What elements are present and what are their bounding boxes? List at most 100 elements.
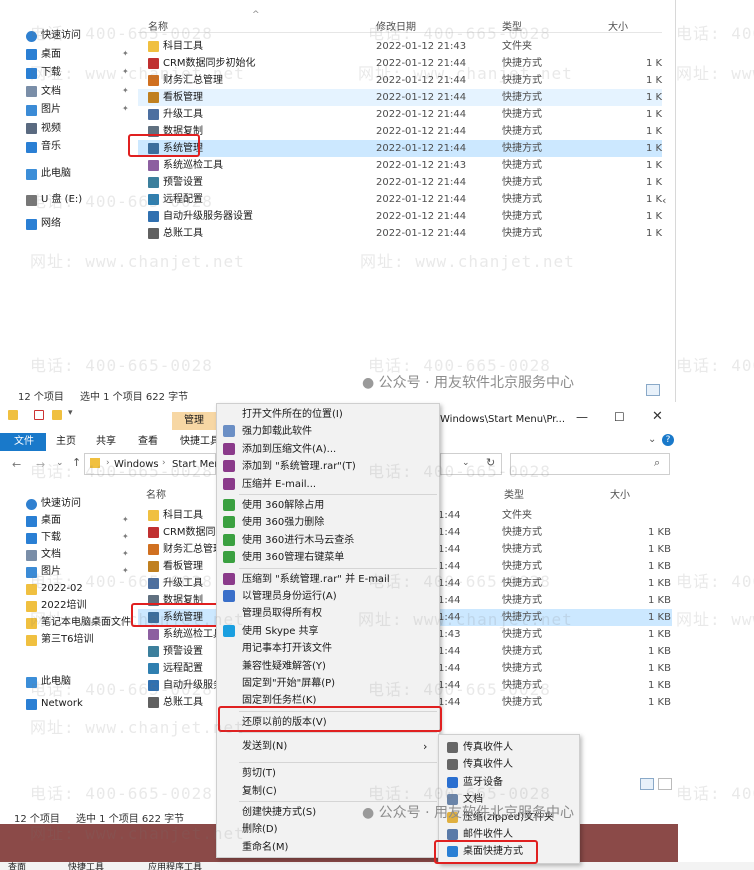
table-row[interactable]: 总账工具 2022-01-12 21:44 快捷方式 1 K [138, 225, 662, 242]
context-menu-label: 使用 360进行木马云查杀 [242, 534, 355, 546]
context-menu-item[interactable]: 兼容性疑难解答(Y) [217, 658, 439, 675]
ribbon-expand-icon[interactable]: ⌄ [648, 434, 656, 445]
nav-item[interactable]: 文档 [26, 547, 61, 563]
column-header-name-bottom[interactable]: 名称 [146, 486, 166, 501]
maximize-icon[interactable]: ☐ [614, 410, 625, 424]
details-view-icon[interactable] [646, 384, 660, 396]
help-icon[interactable]: ? [662, 434, 674, 446]
tab-share[interactable]: 共享 [90, 433, 122, 451]
breadcrumb-windows[interactable]: Windows [114, 459, 159, 470]
back-icon[interactable]: ← [12, 458, 21, 471]
context-menu-item[interactable]: 添加到 "系统管理.rar"(T) [217, 458, 439, 475]
qat-dropdown-icon[interactable]: ▾ [68, 408, 73, 418]
nav-item[interactable]: 视频 [26, 121, 61, 137]
context-menu-item[interactable]: 使用 360强力删除 [217, 514, 439, 531]
nav-item[interactable]: 文档 [26, 84, 61, 100]
nav-item[interactable]: 此电脑 [26, 674, 71, 690]
table-row[interactable]: 预警设置 2022-01-12 21:44 快捷方式 1 K [138, 174, 662, 191]
table-row[interactable]: 数据复制 2022-01-12 21:44 快捷方式 1 K [138, 123, 662, 140]
close-icon[interactable]: ✕ [652, 409, 663, 424]
nav-item[interactable]: 第三T6培训 [26, 632, 93, 648]
column-header-type[interactable]: 类型 [502, 18, 522, 33]
tab-view[interactable]: 查看 [132, 433, 164, 451]
column-header-name[interactable]: 名称 [148, 18, 168, 33]
table-row[interactable]: 财务汇总管理 2022-01-12 21:44 快捷方式 1 K [138, 72, 662, 89]
context-menu-item[interactable]: 添加到压缩文件(A)... [217, 441, 439, 458]
forward-icon[interactable]: → [36, 458, 45, 471]
nav-item[interactable]: 笔记本电脑桌面文件 [26, 615, 131, 631]
search-icon[interactable]: ⌕ [654, 456, 660, 470]
context-menu-item[interactable]: 强力卸载此软件 [217, 423, 439, 440]
recent-dropdown-icon[interactable]: ⌄ [56, 458, 64, 468]
context-menu-item[interactable]: 以管理员身份运行(A) [217, 588, 439, 605]
column-header-type-bottom[interactable]: 类型 [504, 486, 524, 501]
quick-access-check-icon[interactable] [34, 410, 44, 420]
table-row[interactable]: 升级工具 2022-01-12 21:44 快捷方式 1 K [138, 106, 662, 123]
nav-item[interactable]: 快速访问 [26, 496, 81, 512]
taskbar-item-2[interactable]: 快捷工具 [68, 862, 104, 870]
taskbar-item-1[interactable]: 查面 [8, 862, 26, 870]
submenu-item[interactable]: 传真收件人 [439, 739, 579, 756]
search-input[interactable] [510, 453, 670, 475]
nav-item[interactable]: 下载 [26, 530, 61, 546]
nav-item[interactable]: 图片 [26, 102, 61, 118]
column-header-size-bottom[interactable]: 大小 [610, 486, 630, 501]
nav-item[interactable]: 此电脑 [26, 166, 71, 182]
scroll-left-icon[interactable]: ‹ [662, 194, 666, 207]
large-icons-view-icon[interactable] [658, 778, 672, 790]
context-menu-item[interactable]: 管理员取得所有权 [217, 605, 439, 622]
breadcrumb-start-menu[interactable]: Start Men [172, 459, 216, 470]
details-view-icon-bottom[interactable] [640, 778, 654, 790]
minimize-icon[interactable]: — [576, 410, 588, 424]
table-row[interactable]: CRM数据同步初始化 2022-01-12 21:44 快捷方式 1 K [138, 55, 662, 72]
refresh-icon[interactable]: ↻ [486, 456, 495, 469]
nav-item[interactable]: 音乐 [26, 139, 61, 155]
nav-item[interactable]: 图片 [26, 564, 61, 580]
file-type: 快捷方式 [502, 211, 542, 222]
context-menu-item[interactable]: 使用 360管理右键菜单 [217, 549, 439, 566]
context-menu-item[interactable]: 打开文件所在的位置(I) [217, 406, 439, 423]
column-header-date[interactable]: 修改日期 [376, 18, 416, 33]
up-icon[interactable]: ↑ [72, 456, 81, 469]
table-row[interactable]: 自动升级服务器设置 2022-01-12 21:44 快捷方式 1 K [138, 208, 662, 225]
nav-item[interactable]: 桌面 [26, 513, 61, 529]
table-row[interactable]: 系统管理 2022-01-12 21:44 快捷方式 1 K [138, 140, 662, 157]
context-menu-item[interactable]: 用记事本打开该文件 [217, 640, 439, 657]
context-menu-item[interactable]: 重命名(M) [217, 839, 439, 856]
new-folder-icon[interactable] [52, 410, 62, 420]
submenu-item[interactable]: 蓝牙设备 [439, 774, 579, 791]
nav-item[interactable]: 快速访问 [26, 28, 81, 44]
taskbar-item-3[interactable]: 应用程序工具 [148, 862, 202, 870]
table-row[interactable]: 远程配置 2022-01-12 21:44 快捷方式 1 K [138, 191, 662, 208]
context-menu-item[interactable]: 压缩到 "系统管理.rar" 并 E-mail [217, 571, 439, 588]
tab-manage[interactable]: 管理 [172, 412, 216, 430]
nav-item[interactable]: 2022-02 [26, 581, 83, 597]
column-header-size[interactable]: 大小 [608, 18, 628, 33]
context-menu-item[interactable]: 固定到"开始"屏幕(P) [217, 675, 439, 692]
nav-item[interactable]: 2022培训 [26, 598, 86, 614]
nav-item[interactable]: 桌面 [26, 47, 61, 63]
table-row[interactable]: 科目工具 2022-01-12 21:43 文件夹 [138, 38, 662, 55]
context-menu-item[interactable]: 删除(D) [217, 821, 439, 838]
shortcut-icon [148, 177, 159, 188]
download-icon [26, 67, 37, 79]
nav-item[interactable]: 网络 [26, 216, 61, 232]
address-dropdown-icon[interactable]: ⌄ [462, 458, 470, 468]
context-menu-item[interactable]: 发送到(N) › [217, 735, 439, 759]
pin-icon: ✦ [122, 549, 129, 558]
tab-file[interactable]: 文件 [8, 433, 40, 451]
nav-item[interactable]: U 盘 (E:) [26, 192, 82, 208]
context-menu-item[interactable]: 使用 Skype 共享 [217, 623, 439, 640]
context-menu-item[interactable]: 剪切(T) [217, 765, 439, 782]
table-row[interactable]: 看板管理 2022-01-12 21:44 快捷方式 1 K [138, 89, 662, 106]
file-date: 2022-01-12 21:44 [376, 75, 467, 86]
table-row[interactable]: 系统巡检工具 2022-01-12 21:43 快捷方式 1 K [138, 157, 662, 174]
tab-home[interactable]: 主页 [50, 433, 82, 451]
nav-item[interactable]: Network [26, 696, 83, 712]
context-menu-item[interactable]: 使用 360进行木马云查杀 [217, 532, 439, 549]
context-menu-item[interactable]: 复制(C) [217, 783, 439, 800]
context-menu-item[interactable]: 使用 360解除占用 [217, 497, 439, 514]
submenu-item[interactable]: 传真收件人 [439, 756, 579, 773]
context-menu-item[interactable]: 压缩并 E-mail... [217, 476, 439, 493]
nav-item[interactable]: 下载 [26, 65, 61, 81]
